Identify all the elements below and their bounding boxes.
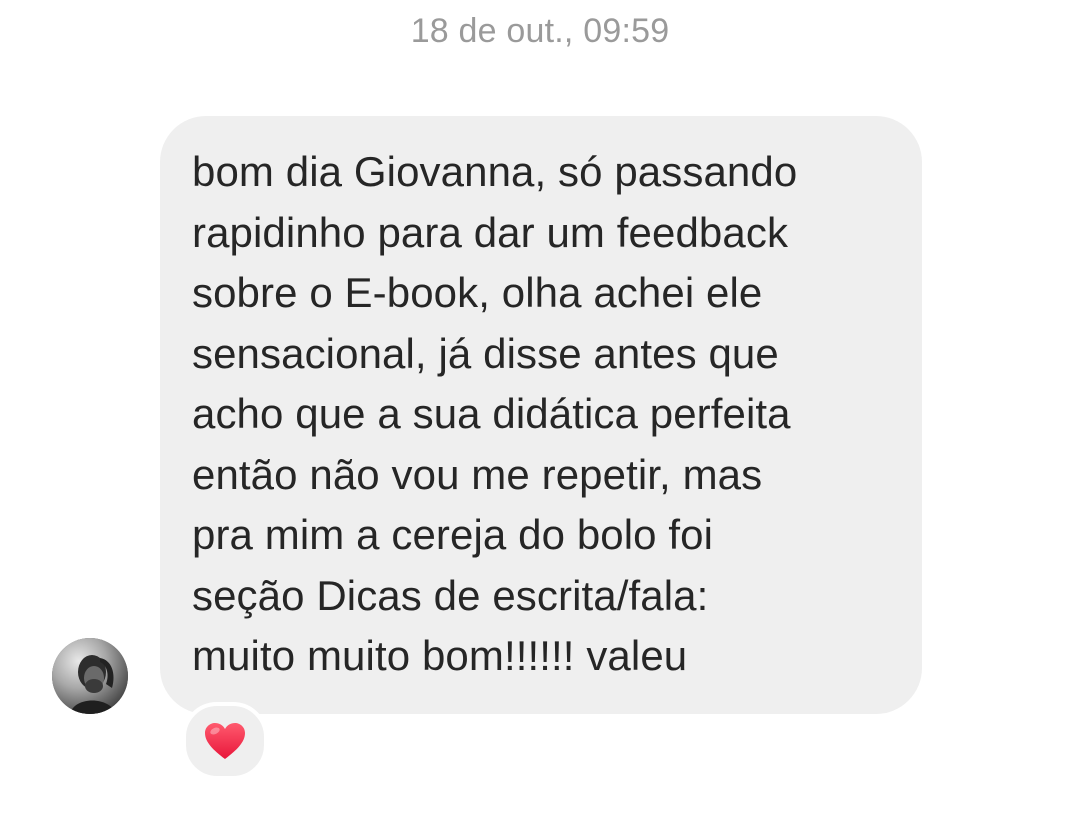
reaction-badge[interactable]	[182, 702, 268, 780]
message-text: bom dia Giovanna, só passando rapidinho …	[192, 148, 798, 679]
message-bubble[interactable]: bom dia Giovanna, só passando rapidinho …	[160, 116, 922, 714]
heart-icon	[205, 723, 245, 759]
message-row: bom dia Giovanna, só passando rapidinho …	[0, 0, 1080, 814]
sender-avatar[interactable]	[52, 638, 128, 714]
avatar-photo-icon	[52, 638, 128, 714]
chat-screen: 18 de out., 09:59 bom dia Giovanna, só p…	[0, 0, 1080, 814]
